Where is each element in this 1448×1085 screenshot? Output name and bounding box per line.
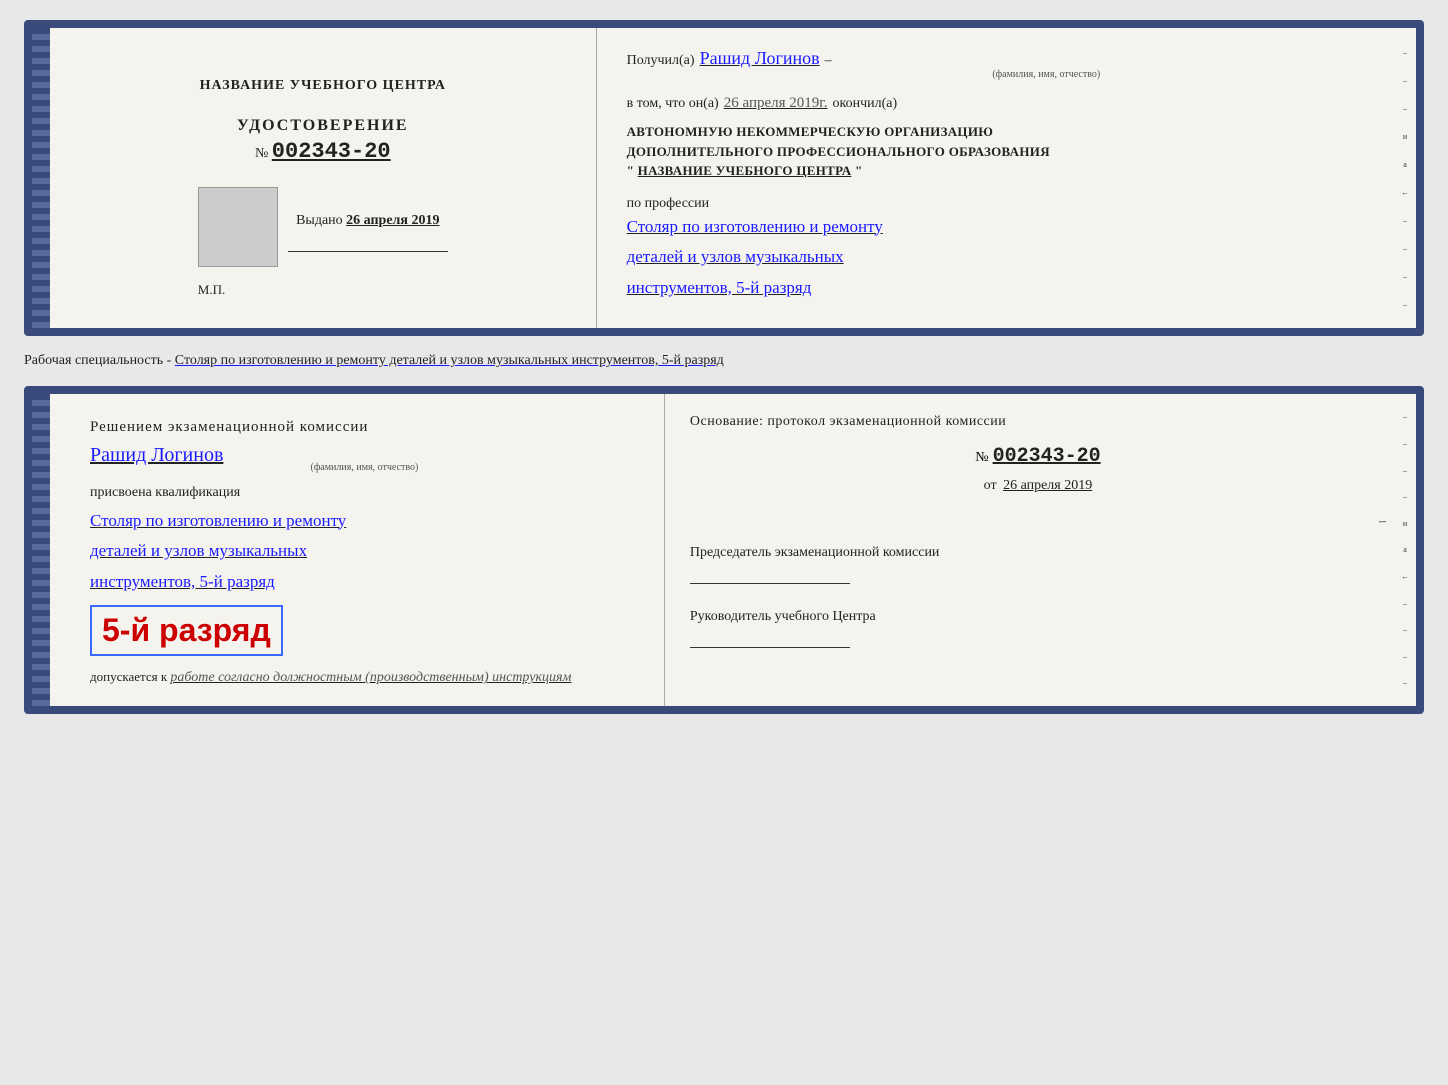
allowed-line: допускается к работе согласно должностны… — [90, 669, 639, 686]
issued-block: Выдано 26 апреля 2019 — [288, 198, 448, 257]
qual-line1: Столяр по изготовлению и ремонту — [90, 506, 639, 537]
rank-text: 5-й разряд — [102, 612, 271, 648]
top-card-left: НАЗВАНИЕ УЧЕБНОГО ЦЕНТРА УДОСТОВЕРЕНИЕ №… — [50, 28, 597, 328]
bottom-document-card: Решением экзаменационной комиссии Рашид … — [24, 386, 1424, 715]
commission-title: Председатель экзаменационной комиссии — [690, 545, 1386, 561]
commission-sig-line — [690, 566, 850, 584]
bottom-card-right: Основание: протокол экзаменационной коми… — [665, 394, 1416, 707]
allowed-prefix: допускается к — [90, 669, 167, 684]
issued-line: Выдано 26 апреля 2019 — [288, 213, 448, 229]
signature-line-left — [288, 234, 448, 252]
bottom-card-left: Решением экзаменационной комиссии Рашид … — [50, 394, 665, 707]
top-document-card: НАЗВАНИЕ УЧЕБНОГО ЦЕНТРА УДОСТОВЕРЕНИЕ №… — [24, 20, 1424, 336]
completed-line: в том, что он(а) 26 апреля 2019г. окончи… — [627, 95, 1386, 112]
seal-placeholder — [198, 187, 278, 267]
allowed-text: работе согласно должностным (производств… — [170, 670, 571, 685]
school-name-top: НАЗВАНИЕ УЧЕБНОГО ЦЕНТРА — [200, 78, 446, 94]
right-edge-labels-bottom: – – – – и а ← – – – – — [1394, 394, 1416, 707]
profession-line3: инструментов, 5-й разряд — [627, 273, 1386, 304]
cert-number: 002343-20 — [272, 139, 391, 164]
seal-row: Выдано 26 апреля 2019 — [198, 187, 448, 267]
left-binding-strip — [32, 28, 50, 328]
date-prefix: от — [984, 478, 997, 493]
completed-date: 26 апреля 2019г. — [724, 95, 828, 112]
center-head-block: Руководитель учебного Центра — [690, 609, 1386, 648]
commission-block: Председатель экзаменационной комиссии — [690, 545, 1386, 584]
decision-title: Решением экзаменационной комиссии — [90, 419, 639, 436]
completed-prefix: в том, что он(а) — [627, 96, 719, 112]
org-name-line: " НАЗВАНИЕ УЧЕБНОГО ЦЕНТРА " — [627, 161, 1386, 181]
center-head-title: Руководитель учебного Центра — [690, 609, 1386, 625]
rank-box: 5-й разряд — [90, 605, 283, 656]
mp-label: М.П. — [198, 282, 225, 298]
completed-label: окончил(а) — [832, 96, 897, 112]
profession-block: по профессии Столяр по изготовлению и ре… — [627, 196, 1386, 304]
issued-label: Выдано — [296, 213, 343, 228]
qualification-block: Столяр по изготовлению и ремонту деталей… — [90, 506, 639, 598]
issued-date: 26 апреля 2019 — [346, 213, 439, 228]
protocol-number: 002343-20 — [993, 445, 1101, 468]
page-wrapper: НАЗВАНИЕ УЧЕБНОГО ЦЕНТРА УДОСТОВЕРЕНИЕ №… — [24, 20, 1424, 714]
org-block: АВТОНОМНУЮ НЕКОММЕРЧЕСКУЮ ОРГАНИЗАЦИЮ ДО… — [627, 122, 1386, 181]
dash-right: – — [690, 514, 1386, 530]
between-label: Рабочая специальность - Столяр по изгото… — [24, 346, 1424, 376]
between-text-profession: Столяр по изготовлению и ремонту деталей… — [175, 353, 724, 368]
right-edge-labels-top: – – – и а ← – – – – — [1394, 28, 1416, 328]
protocol-date-line: от 26 апреля 2019 — [690, 478, 1386, 494]
org-quote-close: " — [855, 163, 863, 178]
bottom-name: Рашид Логинов — [90, 444, 223, 466]
name-hint-top: (фамилия, имя, отчество) — [707, 69, 1386, 80]
protocol-number-block: № 002343-20 — [690, 445, 1386, 468]
received-label: Получил(а) — [627, 53, 695, 69]
org-line2: ДОПОЛНИТЕЛЬНОГО ПРОФЕССИОНАЛЬНОГО ОБРАЗО… — [627, 142, 1386, 162]
recipient-line: Получил(а) Рашид Логинов – — [627, 48, 1386, 69]
between-text-static: Рабочая специальность - — [24, 353, 175, 368]
qual-line3: инструментов, 5-й разряд — [90, 567, 639, 598]
profession-line1: Столяр по изготовлению и ремонту — [627, 212, 1386, 243]
basis-title: Основание: протокол экзаменационной коми… — [690, 414, 1386, 430]
org-name: НАЗВАНИЕ УЧЕБНОГО ЦЕНТРА — [638, 163, 852, 178]
profession-line2: деталей и узлов музыкальных — [627, 242, 1386, 273]
left-binding-strip-bottom — [32, 394, 50, 707]
org-quote-open: " — [627, 163, 635, 178]
protocol-date-val: 26 апреля 2019 — [1003, 478, 1092, 493]
cert-block: УДОСТОВЕРЕНИЕ № 002343-20 — [237, 117, 409, 164]
center-head-sig-line — [690, 630, 850, 648]
cert-label: УДОСТОВЕРЕНИЕ — [237, 117, 409, 135]
cert-number-prefix: № — [255, 146, 268, 161]
cert-number-line: № 002343-20 — [237, 139, 409, 164]
profession-label: по профессии — [627, 196, 1386, 212]
qual-line2: деталей и узлов музыкальных — [90, 536, 639, 567]
top-card-right: Получил(а) Рашид Логинов – (фамилия, имя… — [597, 28, 1416, 328]
bottom-left-section: Выдано 26 апреля 2019 М.П. — [198, 187, 448, 298]
bottom-person-name: Рашид Логинов (фамилия, имя, отчество) — [90, 444, 639, 473]
assigned-label: присвоена квалификация — [90, 485, 639, 501]
protocol-number-prefix: № — [975, 450, 988, 465]
recipient-name: Рашид Логинов — [700, 48, 820, 69]
org-line1: АВТОНОМНУЮ НЕКОММЕРЧЕСКУЮ ОРГАНИЗАЦИЮ — [627, 122, 1386, 142]
dash1: – — [825, 53, 832, 69]
